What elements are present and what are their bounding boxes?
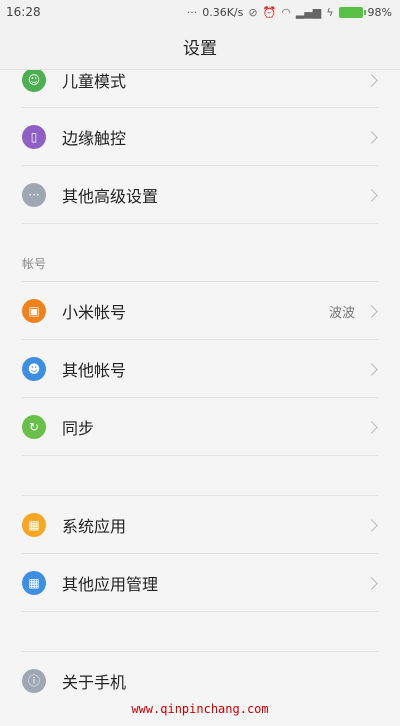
alarm-icon: ⏰ — [262, 5, 277, 19]
divider — [22, 455, 378, 456]
sync-icon: ↻ — [22, 415, 46, 439]
chevron-right-icon — [365, 420, 378, 434]
settings-item-edge-touch[interactable]: ▯ 边缘触控 — [0, 108, 400, 166]
wifi-icon: ◠ — [281, 5, 291, 19]
settings-item-system-apps[interactable]: ▦ 系统应用 — [0, 496, 400, 554]
chevron-right-icon — [365, 518, 378, 532]
settings-item-label: 边缘触控 — [62, 129, 127, 148]
app-management-icon: ▦ — [22, 571, 46, 595]
settings-item-label: 关于手机 — [62, 673, 127, 692]
settings-item-other-accounts[interactable]: ☻ 其他帐号 — [0, 340, 400, 398]
settings-item-label: 其他帐号 — [62, 361, 127, 380]
chevron-right-icon — [365, 576, 378, 590]
chevron-right-icon — [365, 130, 378, 144]
settings-item-label: 系统应用 — [62, 517, 127, 536]
settings-item-label: 其他高级设置 — [62, 187, 159, 206]
chevron-right-icon — [365, 73, 378, 87]
divider — [22, 611, 378, 612]
divider — [22, 223, 378, 224]
more-settings-icon: ··· — [22, 183, 46, 207]
watermark: www.qinpinchang.com — [131, 702, 269, 716]
status-indicators: ··· 0.36K/s ⊘ ⏰ ◠ ▂▄▆ ϟ 98% — [187, 6, 392, 19]
settings-item-more-settings[interactable]: ··· 其他高级设置 — [0, 166, 400, 224]
battery-icon — [338, 6, 366, 18]
settings-item-label: 其他应用管理 — [62, 575, 159, 594]
settings-item-sync[interactable]: ↻ 同步 — [0, 398, 400, 456]
settings-item-label: 儿童模式 — [62, 72, 127, 91]
chevron-right-icon — [365, 304, 378, 318]
status-bar: 16:28 ··· 0.36K/s ⊘ ⏰ ◠ ▂▄▆ ϟ 98% — [0, 0, 400, 24]
system-apps-icon: ▦ — [22, 513, 46, 537]
chevron-right-icon — [365, 362, 378, 376]
battery-level: 98% — [367, 5, 392, 19]
settings-item-child-mode[interactable]: ☺ 儿童模式 — [0, 70, 400, 109]
edge-touch-icon: ▯ — [22, 125, 46, 149]
signal-icon: ▂▄▆ — [295, 5, 322, 19]
settings-item-label: 小米帐号 — [62, 303, 127, 322]
nfc-icon: ⊘ — [248, 5, 258, 19]
about-phone-icon: ⓘ — [22, 669, 46, 693]
charging-icon: ϟ — [326, 5, 334, 19]
page-title: 设置 — [183, 39, 217, 59]
child-mode-icon: ☺ — [22, 70, 46, 92]
section-title-account: 帐号 — [22, 257, 47, 271]
other-accounts-icon: ☻ — [22, 357, 46, 381]
network-speed: 0.36K/s — [202, 5, 244, 19]
mi-account-icon: ▣ — [22, 299, 46, 323]
more-dots-icon: ··· — [186, 5, 198, 19]
settings-list: ☺ 儿童模式 ▯ 边缘触控 ··· 其他高级设置 帐号 ▣ 小米帐号 波波 ☻ … — [0, 70, 400, 710]
title-bar: 设置 — [0, 24, 400, 70]
account-name: 波波 — [328, 305, 355, 321]
settings-item-label: 同步 — [62, 419, 95, 438]
settings-item-mi-account[interactable]: ▣ 小米帐号 波波 — [0, 282, 400, 340]
settings-item-app-management[interactable]: ▦ 其他应用管理 — [0, 554, 400, 612]
chevron-right-icon — [365, 188, 378, 202]
status-time: 16:28 — [6, 5, 41, 19]
